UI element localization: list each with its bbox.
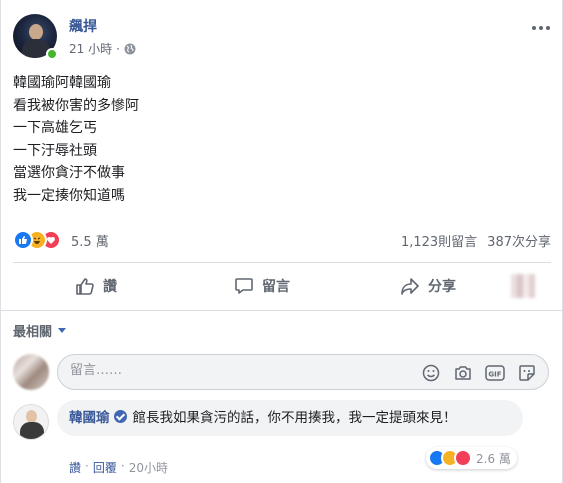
love-reaction-icon [454,449,472,467]
comment-label: 留言 [262,279,290,295]
share-arrow-icon [401,278,419,295]
reaction-icons[interactable] [13,230,73,250]
reaction-count[interactable]: 5.5 萬 [71,231,109,250]
post-text: 韓國瑜阿韓國瑜 看我被你害的多慘阿 一下高雄乞丐 一下汙辱社頭 當選你貪汙不做事… [13,72,533,207]
like-button[interactable]: 讚 [13,268,179,304]
reactions-summary: 5.5 萬 1,123則留言 387次分享 [13,228,551,252]
share-label: 分享 [428,279,456,295]
verified-badge-icon [113,410,127,423]
comment-filter-dropdown[interactable]: 最相關 [13,321,67,340]
post-actions: 讚 留言 分享 [13,266,551,306]
online-status-icon [46,48,58,60]
post-time[interactable]: 21 小時 [69,40,112,57]
commenter-avatar[interactable] [13,404,49,440]
comment-composer: GIF [13,352,551,394]
divider [13,262,551,263]
share-count[interactable]: 387次分享 [487,231,551,250]
post-card: 飆捍 21 小時 · 韓國瑜阿韓國瑜 看我被你害的多慘阿 一下高雄乞丐 一下汙辱… [0,0,563,483]
post-line: 韓國瑜阿韓國瑜 [13,75,111,91]
author-name[interactable]: 飆捍 [69,16,97,36]
post-line: 看我被你害的多慘阿 [13,97,139,114]
comment-item: 韓國瑜 館長我如果貪污的話，你不用揍我，我一定提頭來見！ 2.6 萬 讚 · 回覆… [13,400,551,480]
separator: · [85,459,89,473]
post-line: 我一定揍你知道嗎 [13,187,125,204]
comment-reaction-count: 2.6 萬 [476,451,511,466]
post-line: 一下汙辱社頭 [13,142,97,159]
comment-input-box[interactable]: GIF [57,354,549,390]
current-user-avatar [13,354,49,390]
comment-text: 館長我如果貪污的話，你不用揍我，我一定提頭來見！ [132,410,457,426]
engagement-counts: 1,123則留言 387次分享 [401,231,551,250]
like-label: 讚 [103,279,117,295]
composer-tools: GIF [420,362,538,384]
gif-icon[interactable]: GIF [484,362,506,384]
comment-like-link[interactable]: 讚 [69,459,81,476]
comment-actions: 讚 · 回覆 · 20小時 [69,459,168,476]
comment-bubble: 韓國瑜 館長我如果貪污的話，你不用揍我，我一定提頭來見！ [57,400,523,436]
meta-separator: · [116,41,120,56]
divider [1,310,563,311]
commenter-name[interactable]: 韓國瑜 [69,410,110,426]
comment-button[interactable]: 留言 [179,268,345,304]
svg-text:GIF: GIF [488,371,501,379]
like-reaction-icon [13,230,33,250]
sticker-icon[interactable] [516,362,538,384]
separator: · [120,459,125,473]
comment-reply-link[interactable]: 回覆 [93,459,117,476]
globe-icon[interactable] [124,43,136,55]
comment-time[interactable]: 20小時 [129,459,168,476]
emoji-icon[interactable] [420,362,442,384]
post-header: 飆捍 21 小時 · [13,12,553,64]
post-line: 當選你貪汙不做事 [13,165,125,181]
comment-bubble-icon [235,278,253,294]
post-line: 一下高雄乞丐 [13,120,97,136]
share-button[interactable]: 分享 [345,268,511,304]
profile-switcher-avatar[interactable] [511,274,535,298]
avatar-figure-head [29,24,43,40]
comment-reactions[interactable]: 2.6 萬 [426,447,517,469]
caret-down-icon [58,328,67,333]
thumbs-up-icon [76,278,94,295]
comment-count[interactable]: 1,123則留言 [401,231,477,250]
post-meta: 21 小時 · [69,40,136,57]
more-options-icon[interactable] [529,20,553,36]
avatar-figure-body [20,422,44,439]
comment-input[interactable] [70,363,390,378]
camera-icon[interactable] [452,362,474,384]
comment-filter-label: 最相關 [13,325,53,340]
